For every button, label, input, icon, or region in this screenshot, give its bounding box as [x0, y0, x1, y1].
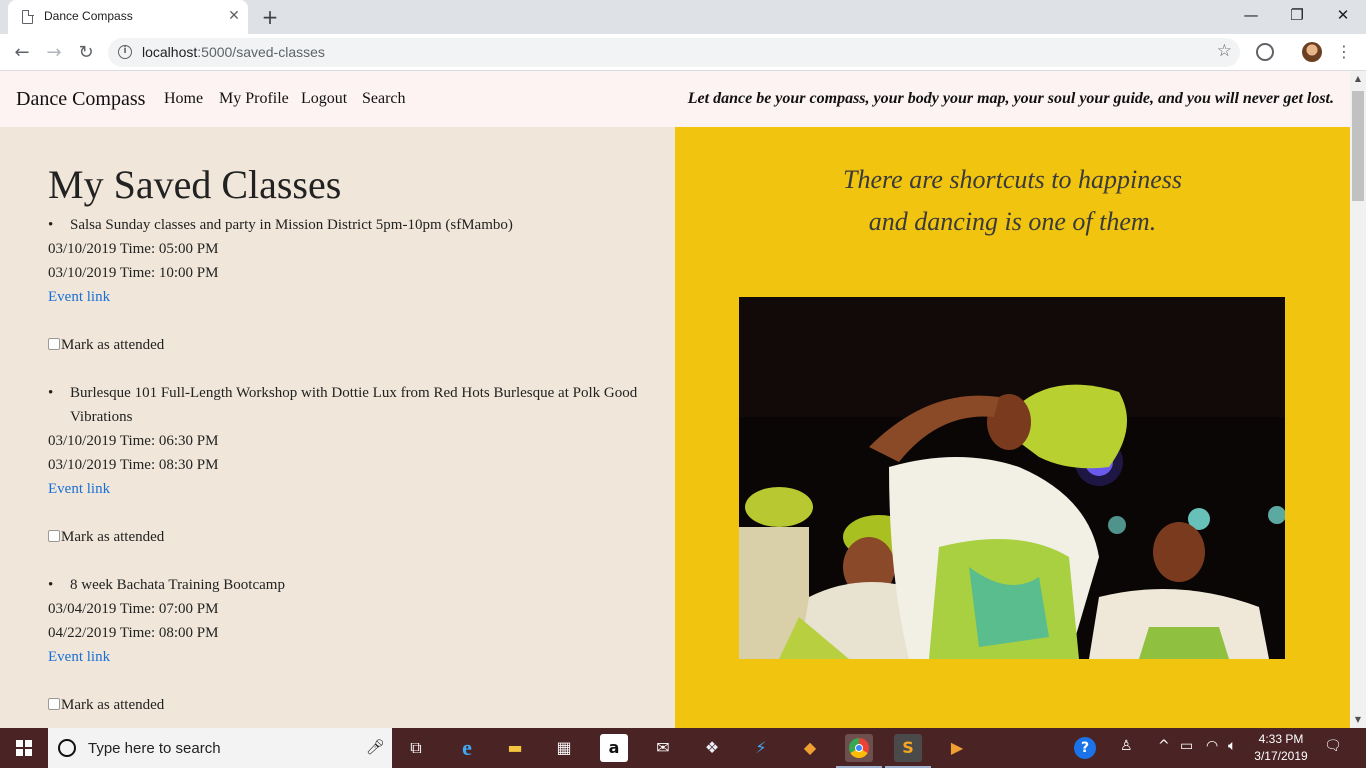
tab-close-icon[interactable]: ✕ — [224, 6, 244, 26]
attended-label: Mark as attended — [61, 529, 165, 545]
class-end-time: 04/22/2019 Time: 08:00 PM — [48, 625, 219, 641]
list-item: Burlesque 101 Full-Length Workshop with … — [48, 381, 638, 549]
event-link[interactable]: Event link — [48, 477, 638, 501]
quote-line-2: and dancing is one of them. — [868, 207, 1157, 236]
scroll-down-icon[interactable]: ▼ — [1350, 712, 1366, 728]
scroll-up-icon[interactable]: ▲ — [1350, 71, 1366, 87]
attended-checkbox[interactable] — [48, 338, 60, 350]
media-player-icon[interactable]: ▶ — [943, 734, 971, 762]
nav-search-link[interactable]: Search — [362, 90, 406, 108]
minimize-button[interactable]: — — [1228, 0, 1274, 30]
sublime-text-icon[interactable]: S — [894, 734, 922, 762]
list-item: Salsa Sunday classes and party in Missio… — [48, 213, 638, 357]
saved-classes-panel: My Saved Classes Salsa Sunday classes an… — [0, 127, 675, 728]
attended-checkbox[interactable] — [48, 698, 60, 710]
quote-line-1: There are shortcuts to happiness — [843, 165, 1182, 194]
dancer-photo-illustration — [739, 297, 1285, 659]
profile-avatar[interactable] — [1302, 42, 1322, 62]
microphone-icon[interactable]: 🎤︎ — [366, 738, 385, 756]
window-close-button[interactable]: ✕ — [1320, 0, 1366, 30]
class-start-time: 03/04/2019 Time: 07:00 PM — [48, 601, 219, 617]
scroll-thumb[interactable] — [1352, 91, 1364, 201]
git-icon[interactable]: ◆ — [796, 734, 824, 762]
site-info-icon[interactable]: i — [118, 45, 132, 59]
task-view-icon[interactable]: ⧉ — [402, 734, 430, 762]
nav-logout-link[interactable]: Logout — [301, 90, 347, 108]
site-tagline: Let dance be your compass, your body you… — [687, 90, 1334, 107]
list-item: 8 week Bachata Training Bootcamp 03/04/2… — [48, 573, 638, 717]
file-explorer-icon[interactable]: ▬ — [501, 734, 529, 762]
restore-button[interactable]: ❐ — [1274, 0, 1320, 30]
dropbox-icon[interactable]: ❖ — [698, 734, 726, 762]
wifi-icon[interactable]: ◠ — [1206, 738, 1218, 754]
browser-toolbar: ← → ↻ i localhost:5000/saved-classes ☆ — [0, 34, 1366, 71]
attended-label: Mark as attended — [61, 337, 165, 353]
mark-attended[interactable]: Mark as attended — [48, 693, 638, 717]
url-text[interactable]: localhost:5000/saved-classes — [142, 44, 325, 60]
attended-label: Mark as attended — [61, 697, 165, 713]
clock-time: 4:33 PM — [1258, 732, 1304, 746]
tab-title: Dance Compass — [44, 9, 133, 23]
windows-taskbar: Type here to search 🎤︎ ⧉ e ▬ ▦ a ✉ ❖ ⚡︎ … — [0, 728, 1366, 768]
nav-profile-link[interactable]: My Profile — [219, 90, 289, 108]
taskbar-search-placeholder: Type here to search — [88, 740, 221, 757]
class-start-time: 03/10/2019 Time: 06:30 PM — [48, 433, 219, 449]
store-icon[interactable]: ▦ — [550, 734, 578, 762]
browser-menu-icon[interactable]: ⋮ — [1334, 40, 1354, 64]
class-start-time: 03/10/2019 Time: 05:00 PM — [48, 241, 219, 257]
quote-panel: There are shortcuts to happiness and dan… — [675, 127, 1350, 728]
class-name: 8 week Bachata Training Bootcamp — [48, 573, 638, 597]
dancer-photo — [739, 297, 1285, 659]
taskbar-search[interactable]: Type here to search 🎤︎ — [48, 728, 392, 768]
page-scrollbar[interactable]: ▲ ▼ — [1350, 71, 1366, 728]
help-icon[interactable]: ? — [1074, 737, 1096, 759]
bookmark-star-icon[interactable]: ☆ — [1217, 41, 1232, 61]
browser-tab[interactable]: Dance Compass ✕ — [8, 0, 248, 34]
tray-expand-icon[interactable]: ^ — [1158, 738, 1170, 754]
dance-quote: There are shortcuts to happiness and dan… — [675, 159, 1350, 243]
cortana-icon — [58, 739, 76, 757]
brand-link[interactable]: Dance Compass — [16, 88, 145, 111]
reload-button[interactable]: ↻ — [72, 39, 100, 67]
people-icon[interactable]: ♙ — [1120, 738, 1133, 754]
start-button[interactable] — [0, 728, 48, 768]
mark-attended[interactable]: Mark as attended — [48, 333, 638, 357]
clock-date: 3/17/2019 — [1254, 749, 1308, 763]
extension-icon[interactable] — [1256, 43, 1274, 61]
mark-attended[interactable]: Mark as attended — [48, 525, 638, 549]
page-title: My Saved Classes — [48, 162, 342, 207]
url-host: localhost — [142, 44, 198, 60]
volume-icon[interactable]: 🔈︎ — [1228, 738, 1236, 754]
amazon-icon[interactable]: a — [600, 734, 628, 762]
nav-home-link[interactable]: Home — [164, 90, 203, 108]
forward-button[interactable]: → — [40, 39, 68, 67]
class-end-time: 03/10/2019 Time: 08:30 PM — [48, 457, 219, 473]
event-link[interactable]: Event link — [48, 645, 638, 669]
taskbar-clock[interactable]: 4:33 PM 3/17/2019 — [1248, 731, 1314, 765]
mail-icon[interactable]: ✉ — [649, 734, 677, 762]
event-link[interactable]: Event link — [48, 285, 638, 309]
address-bar[interactable]: i localhost:5000/saved-classes ☆ — [108, 38, 1240, 67]
back-button[interactable]: ← — [8, 39, 36, 67]
browser-tabstrip: Dance Compass ✕ + — ❐ ✕ — [0, 0, 1366, 34]
url-path: :5000/saved-classes — [197, 44, 325, 60]
class-name: Salsa Sunday classes and party in Missio… — [48, 213, 638, 237]
windows-logo-icon — [16, 740, 32, 756]
action-center-icon[interactable]: 🗨︎ — [1324, 738, 1342, 754]
saved-classes-list: Salsa Sunday classes and party in Missio… — [48, 213, 638, 728]
page-viewport: Dance Compass Home My Profile Logout Sea… — [0, 71, 1350, 728]
site-navbar: Dance Compass Home My Profile Logout Sea… — [0, 71, 1350, 127]
attended-checkbox[interactable] — [48, 530, 60, 542]
class-name: Burlesque 101 Full-Length Workshop with … — [48, 381, 638, 429]
vscode-icon[interactable]: ⚡︎ — [747, 734, 775, 762]
battery-icon[interactable]: ▭ — [1180, 738, 1193, 754]
page-icon — [22, 9, 34, 24]
class-end-time: 03/10/2019 Time: 10:00 PM — [48, 265, 219, 281]
new-tab-button[interactable]: + — [258, 5, 282, 29]
edge-icon[interactable]: e — [453, 734, 481, 762]
chrome-icon[interactable] — [845, 734, 873, 762]
